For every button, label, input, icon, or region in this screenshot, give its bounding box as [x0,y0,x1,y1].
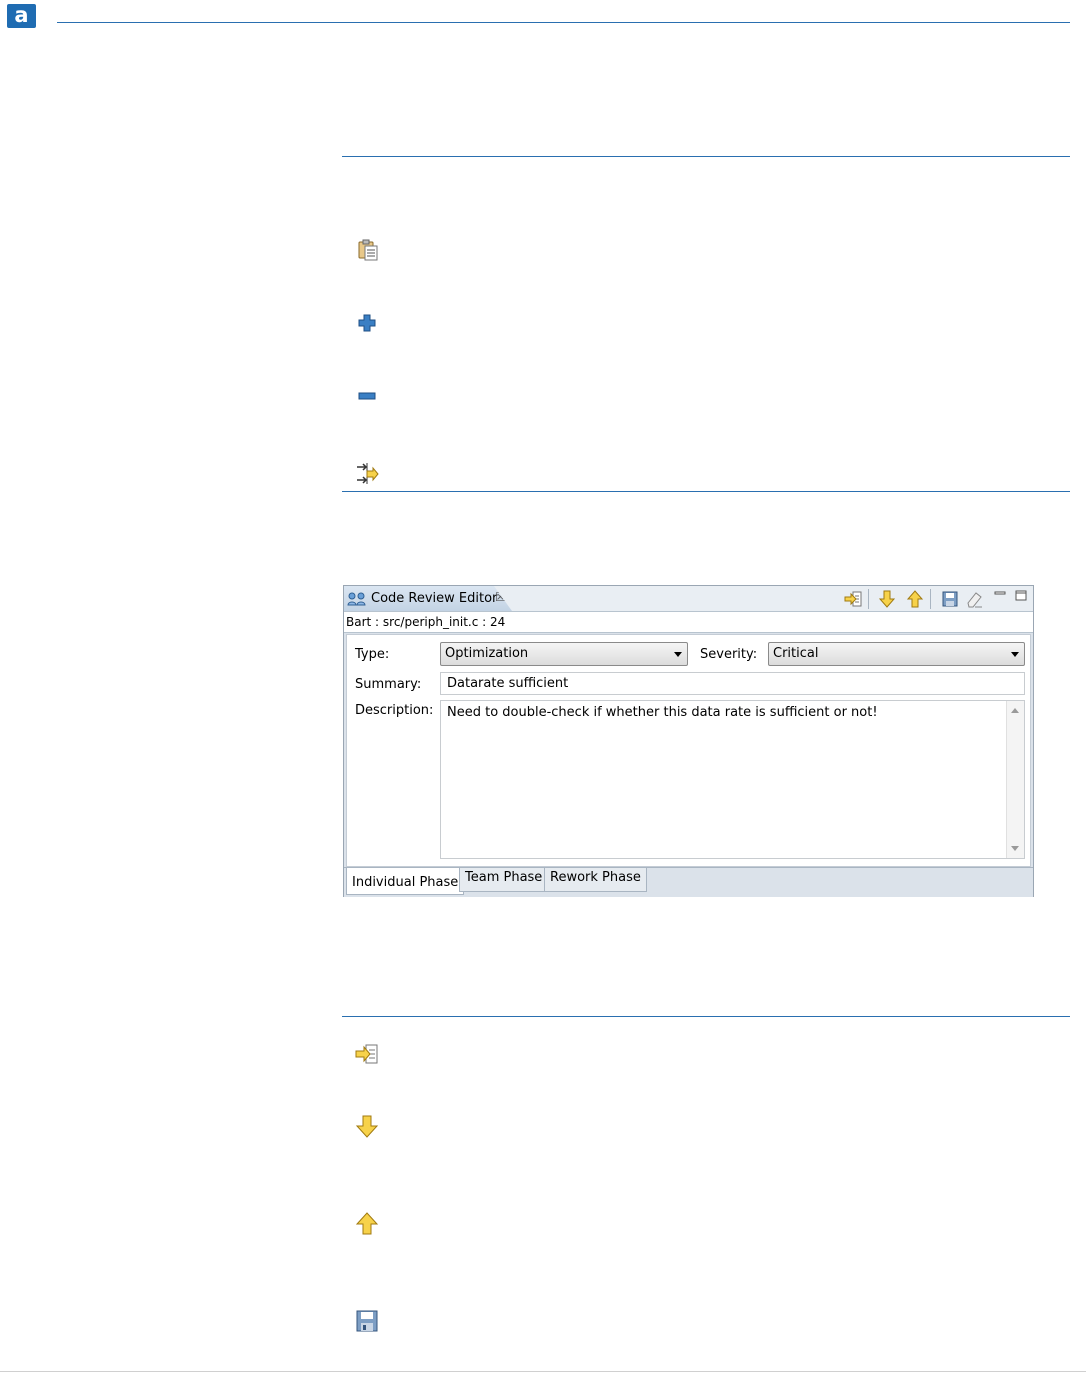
minimize-icon[interactable] [993,588,1007,602]
scroll-down-icon[interactable] [1011,846,1019,851]
down-arrow-icon [355,1115,379,1138]
footer-rule [0,1371,1086,1372]
description-value: Need to double-check if whether this dat… [447,705,878,720]
description-label: Description: [355,703,434,718]
chevron-down-icon [1011,652,1019,657]
tab-team-phase[interactable]: Team Phase [459,868,549,892]
maximize-icon[interactable] [1014,588,1028,602]
description-scrollbar[interactable] [1006,701,1024,858]
type-value: Optimization [445,646,529,661]
close-icon[interactable]: ☒ [495,590,506,604]
logo-letter: a [14,3,29,27]
toolbar-separator [868,589,869,609]
section-rule-top [342,156,1070,157]
section-rule-2 [342,1016,1070,1017]
previous-arrow-icon[interactable] [906,590,924,608]
eraser-icon[interactable] [965,590,983,608]
review-people-icon [347,592,366,606]
goto-icon[interactable] [844,590,862,608]
location-bar: Bart : src/periph_init.c : 24 [344,612,1033,633]
editor-tab[interactable]: Code Review Editor ☒ [344,586,512,611]
location-text: Bart : src/periph_init.c : 24 [346,615,506,629]
save-icon [356,1310,378,1332]
clipboard-icon [358,239,378,261]
type-dropdown[interactable]: Optimization [440,642,688,666]
summary-field[interactable]: Datarate sufficient [440,672,1025,695]
up-arrow-icon [355,1212,379,1235]
editor-tab-bar: Code Review Editor ☒ [344,586,1033,612]
save-icon[interactable] [941,590,959,608]
severity-label: Severity: [700,647,758,662]
editor-tab-title: Code Review Editor [371,591,498,606]
tab-individual-phase[interactable]: Individual Phase [346,868,465,895]
header-rule [57,22,1070,23]
severity-value: Critical [773,646,819,661]
type-label: Type: [355,647,390,662]
severity-dropdown[interactable]: Critical [768,642,1025,666]
brand-logo: a [7,4,36,28]
plus-icon [358,314,376,332]
goto-icon [355,1044,378,1064]
merge-arrows-icon [357,463,379,484]
chevron-down-icon [674,652,682,657]
toolbar-separator [930,589,931,609]
tab-rework-phase[interactable]: Rework Phase [544,868,647,892]
summary-label: Summary: [355,677,422,692]
description-field[interactable]: Need to double-check if whether this dat… [440,700,1025,859]
minus-icon [358,392,376,400]
scroll-up-icon[interactable] [1011,708,1019,713]
section-rule-bottom [342,491,1070,492]
summary-value: Datarate sufficient [447,676,569,691]
review-form: Type: Optimization Severity: Critical Su… [346,634,1031,867]
next-arrow-icon[interactable] [878,590,896,608]
phase-tab-bar: Individual Phase Team Phase Rework Phase [344,867,1033,897]
code-review-editor: Code Review Editor ☒ Bart: src/periph_i… [343,585,1034,897]
